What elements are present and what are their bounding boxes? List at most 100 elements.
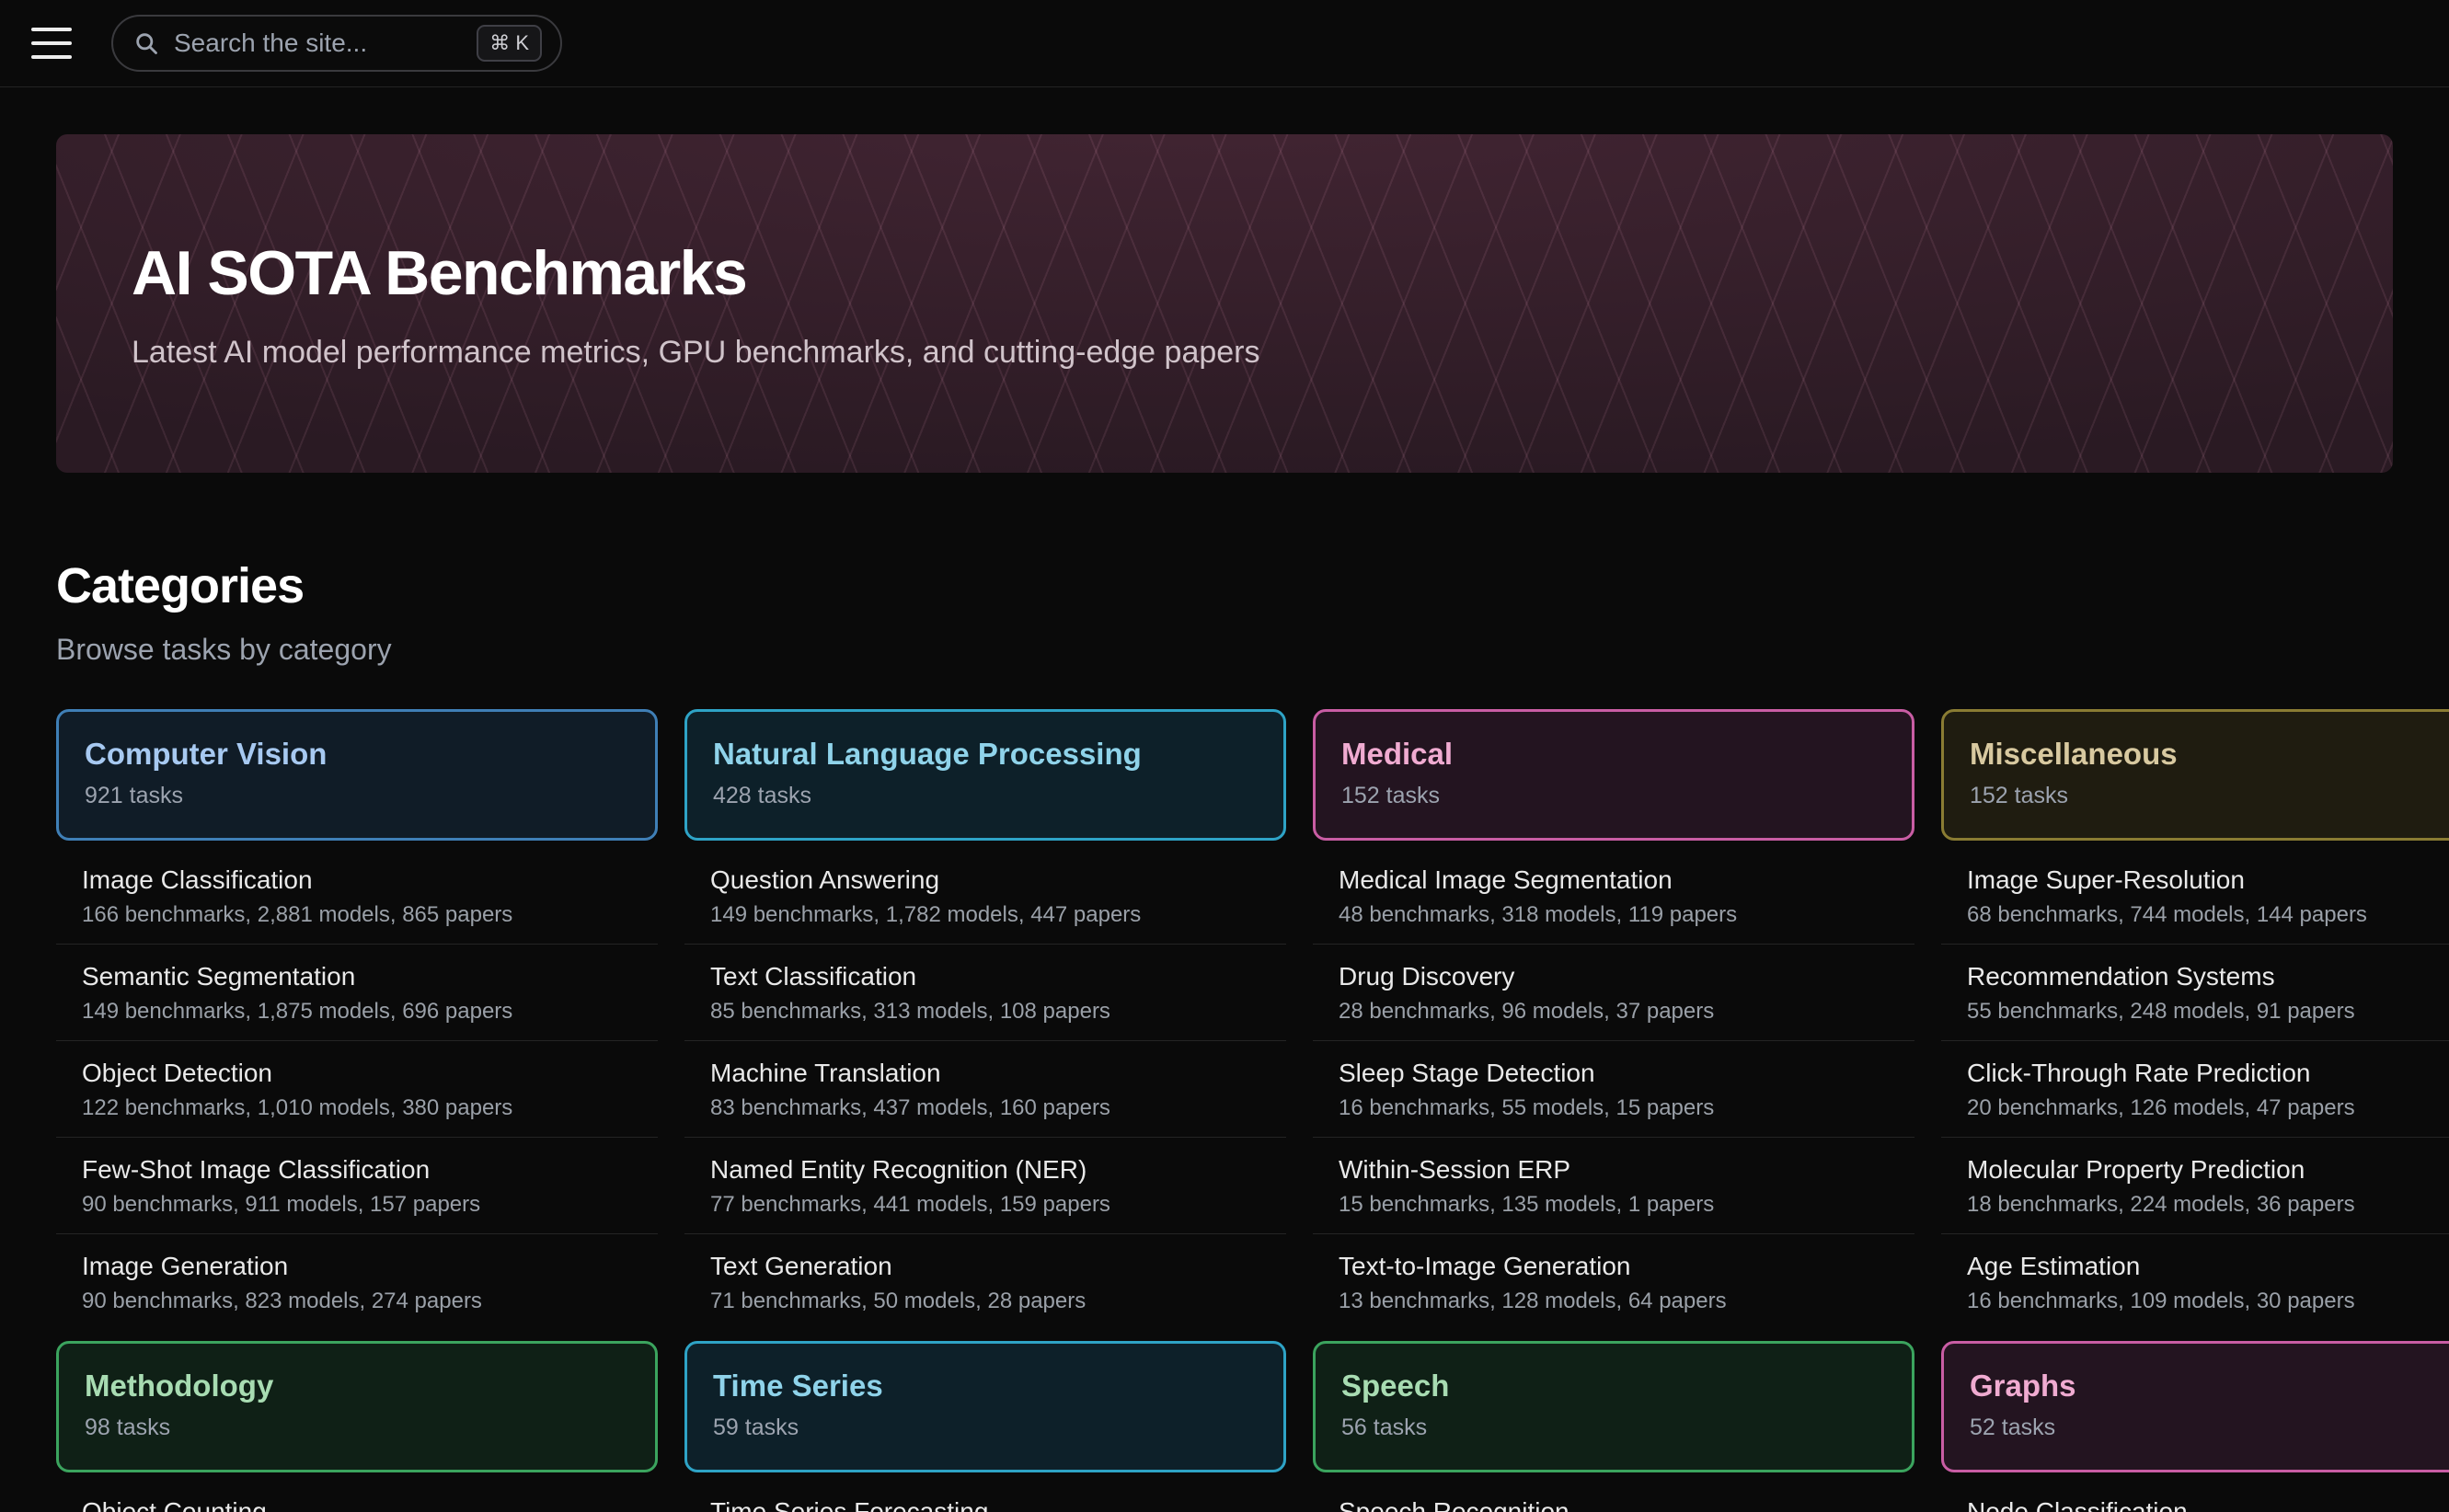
task-stats: 48 benchmarks, 318 models, 119 papers xyxy=(1339,899,1889,930)
task-item-drug-discovery[interactable]: Drug Discovery28 benchmarks, 96 models, … xyxy=(1313,944,1914,1040)
task-name: Sleep Stage Detection xyxy=(1339,1057,1889,1090)
search-input[interactable] xyxy=(172,28,477,59)
task-item-molecular-property-prediction[interactable]: Molecular Property Prediction18 benchmar… xyxy=(1941,1137,2449,1233)
task-item-time-series-forecasting[interactable]: Time Series Forecasting xyxy=(684,1480,1286,1512)
hamburger-icon xyxy=(31,55,72,59)
task-item-image-super-resolution[interactable]: Image Super-Resolution68 benchmarks, 744… xyxy=(1941,848,2449,944)
task-name: Age Estimation xyxy=(1967,1250,2449,1283)
task-stats: 28 benchmarks, 96 models, 37 papers xyxy=(1339,996,1889,1026)
category-title: Medical xyxy=(1341,736,1886,773)
category-cell: Graphs 52 tasks Node Classification xyxy=(1941,1341,2449,1512)
category-task-count: 152 tasks xyxy=(1341,783,1886,809)
category-card-time-series[interactable]: Time Series 59 tasks xyxy=(684,1341,1286,1472)
category-cell: Computer Vision 921 tasks Image Classifi… xyxy=(56,709,658,1330)
category-card-methodology[interactable]: Methodology 98 tasks xyxy=(56,1341,658,1472)
menu-button[interactable] xyxy=(31,28,74,59)
category-cell: Time Series 59 tasks Time Series Forecas… xyxy=(684,1341,1286,1512)
hero-banner: AI SOTA Benchmarks Latest AI model perfo… xyxy=(56,134,2393,473)
task-item-within-session-erp[interactable]: Within-Session ERP15 benchmarks, 135 mod… xyxy=(1313,1137,1914,1233)
category-title: Time Series xyxy=(713,1368,1258,1404)
task-item-question-answering[interactable]: Question Answering149 benchmarks, 1,782 … xyxy=(684,848,1286,944)
task-list: Node Classification xyxy=(1941,1480,2449,1512)
category-task-count: 56 tasks xyxy=(1341,1415,1886,1441)
task-stats: 166 benchmarks, 2,881 models, 865 papers xyxy=(82,899,632,930)
category-task-count: 152 tasks xyxy=(1970,783,2449,809)
categories-heading: Categories xyxy=(56,557,2393,614)
task-name: Image Generation xyxy=(82,1250,632,1283)
category-card-graphs[interactable]: Graphs 52 tasks xyxy=(1941,1341,2449,1472)
task-item-click-through-rate-prediction[interactable]: Click-Through Rate Prediction20 benchmar… xyxy=(1941,1040,2449,1137)
task-item-medical-image-segmentation[interactable]: Medical Image Segmentation48 benchmarks,… xyxy=(1313,848,1914,944)
task-stats: 85 benchmarks, 313 models, 108 papers xyxy=(710,996,1260,1026)
task-stats: 68 benchmarks, 744 models, 144 papers xyxy=(1967,899,2449,930)
task-name: Time Series Forecasting xyxy=(710,1495,1260,1512)
task-stats: 55 benchmarks, 248 models, 91 papers xyxy=(1967,996,2449,1026)
task-name: Machine Translation xyxy=(710,1057,1260,1090)
category-card-computer-vision[interactable]: Computer Vision 921 tasks xyxy=(56,709,658,841)
category-card-natural-language-processing[interactable]: Natural Language Processing 428 tasks xyxy=(684,709,1286,841)
task-item-machine-translation[interactable]: Machine Translation83 benchmarks, 437 mo… xyxy=(684,1040,1286,1137)
category-title: Miscellaneous xyxy=(1970,736,2449,773)
category-card-miscellaneous[interactable]: Miscellaneous 152 tasks xyxy=(1941,709,2449,841)
task-name: Drug Discovery xyxy=(1339,960,1889,993)
task-name: Image Super-Resolution xyxy=(1967,864,2449,897)
task-item-age-estimation[interactable]: Age Estimation16 benchmarks, 109 models,… xyxy=(1941,1233,2449,1330)
task-list: Medical Image Segmentation48 benchmarks,… xyxy=(1313,848,1914,1330)
site-search[interactable]: ⌘ K xyxy=(111,15,562,72)
task-item-text-generation[interactable]: Text Generation71 benchmarks, 50 models,… xyxy=(684,1233,1286,1330)
task-stats: 83 benchmarks, 437 models, 160 papers xyxy=(710,1093,1260,1123)
category-task-count: 59 tasks xyxy=(713,1415,1258,1441)
task-item-image-generation[interactable]: Image Generation90 benchmarks, 823 model… xyxy=(56,1233,658,1330)
task-item-image-classification[interactable]: Image Classification166 benchmarks, 2,88… xyxy=(56,848,658,944)
task-name: Text Classification xyxy=(710,960,1260,993)
hamburger-icon xyxy=(31,28,72,31)
task-stats: 13 benchmarks, 128 models, 64 papers xyxy=(1339,1286,1889,1316)
task-name: Few-Shot Image Classification xyxy=(82,1153,632,1186)
task-item-speech-recognition[interactable]: Speech Recognition xyxy=(1313,1480,1914,1512)
task-item-object-detection[interactable]: Object Detection122 benchmarks, 1,010 mo… xyxy=(56,1040,658,1137)
task-item-text-to-image-generation[interactable]: Text-to-Image Generation13 benchmarks, 1… xyxy=(1313,1233,1914,1330)
category-title: Methodology xyxy=(85,1368,629,1404)
categories-subheading: Browse tasks by category xyxy=(56,633,2393,667)
task-stats: 122 benchmarks, 1,010 models, 380 papers xyxy=(82,1093,632,1123)
category-title: Graphs xyxy=(1970,1368,2449,1404)
task-list: Image Classification166 benchmarks, 2,88… xyxy=(56,848,658,1330)
task-name: Recommendation Systems xyxy=(1967,960,2449,993)
category-title: Computer Vision xyxy=(85,736,629,773)
task-stats: 90 benchmarks, 823 models, 274 papers xyxy=(82,1286,632,1316)
task-item-named-entity-recognition-ner[interactable]: Named Entity Recognition (NER)77 benchma… xyxy=(684,1137,1286,1233)
task-name: Semantic Segmentation xyxy=(82,960,632,993)
task-name: Click-Through Rate Prediction xyxy=(1967,1057,2449,1090)
page-subtitle: Latest AI model performance metrics, GPU… xyxy=(132,335,2393,371)
category-task-count: 52 tasks xyxy=(1970,1415,2449,1441)
task-name: Image Classification xyxy=(82,864,632,897)
categories-section-head: Categories Browse tasks by category xyxy=(56,557,2393,667)
task-item-sleep-stage-detection[interactable]: Sleep Stage Detection16 benchmarks, 55 m… xyxy=(1313,1040,1914,1137)
task-list: Speech Recognition xyxy=(1313,1480,1914,1512)
task-stats: 77 benchmarks, 441 models, 159 papers xyxy=(710,1189,1260,1220)
task-name: Named Entity Recognition (NER) xyxy=(710,1153,1260,1186)
topbar: ⌘ K xyxy=(0,0,2449,87)
task-item-few-shot-image-classification[interactable]: Few-Shot Image Classification90 benchmar… xyxy=(56,1137,658,1233)
task-item-node-classification[interactable]: Node Classification xyxy=(1941,1480,2449,1512)
task-stats: 16 benchmarks, 109 models, 30 papers xyxy=(1967,1286,2449,1316)
task-item-semantic-segmentation[interactable]: Semantic Segmentation149 benchmarks, 1,8… xyxy=(56,944,658,1040)
task-name: Node Classification xyxy=(1967,1495,2449,1512)
task-list: Image Super-Resolution68 benchmarks, 744… xyxy=(1941,848,2449,1330)
task-name: Object Counting xyxy=(82,1495,632,1512)
task-list: Object Counting xyxy=(56,1480,658,1512)
category-cell: Medical 152 tasks Medical Image Segmenta… xyxy=(1313,709,1914,1330)
task-stats: 90 benchmarks, 911 models, 157 papers xyxy=(82,1189,632,1220)
task-stats: 149 benchmarks, 1,782 models, 447 papers xyxy=(710,899,1260,930)
category-task-count: 921 tasks xyxy=(85,783,629,809)
task-name: Object Detection xyxy=(82,1057,632,1090)
hamburger-icon xyxy=(31,41,72,45)
task-name: Medical Image Segmentation xyxy=(1339,864,1889,897)
category-card-medical[interactable]: Medical 152 tasks xyxy=(1313,709,1914,841)
task-stats: 16 benchmarks, 55 models, 15 papers xyxy=(1339,1093,1889,1123)
task-item-object-counting[interactable]: Object Counting xyxy=(56,1480,658,1512)
task-name: Text-to-Image Generation xyxy=(1339,1250,1889,1283)
task-item-recommendation-systems[interactable]: Recommendation Systems55 benchmarks, 248… xyxy=(1941,944,2449,1040)
category-card-speech[interactable]: Speech 56 tasks xyxy=(1313,1341,1914,1472)
task-item-text-classification[interactable]: Text Classification85 benchmarks, 313 mo… xyxy=(684,944,1286,1040)
